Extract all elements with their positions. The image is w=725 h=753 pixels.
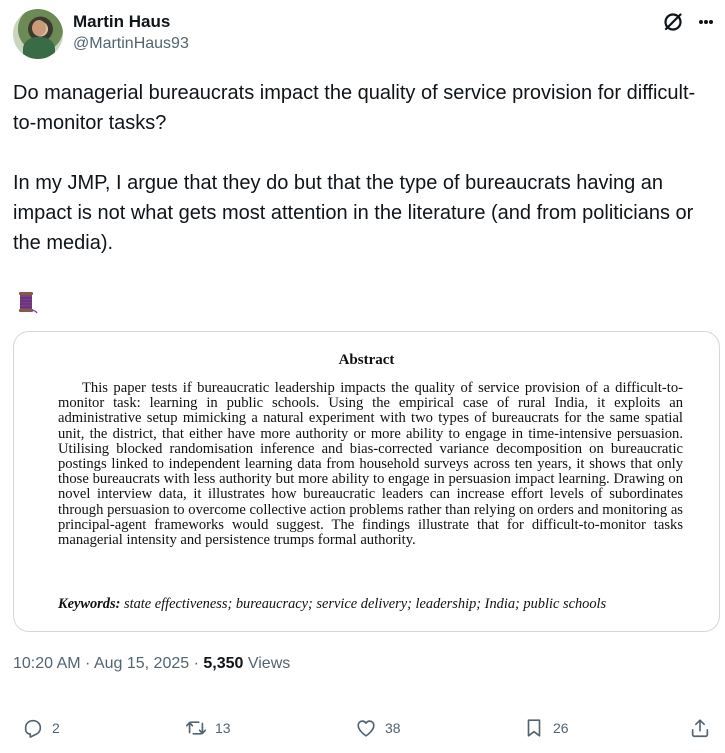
keywords-list: state effectiveness; bureaucracy; servic…: [123, 596, 607, 612]
reply-icon: [24, 719, 42, 738]
tweet-header: Martin Haus @MartinHaus93: [13, 8, 713, 60]
thread-spool-icon: [19, 292, 38, 314]
avatar[interactable]: [13, 9, 63, 59]
like-button[interactable]: 38: [355, 712, 401, 744]
tweet-text: Do managerial bureaucrats impact the qua…: [13, 82, 696, 254]
grok-icon[interactable]: [661, 10, 685, 34]
heart-icon: [357, 720, 375, 737]
share-icon: [691, 719, 709, 738]
meta-separator: ·: [189, 655, 204, 672]
tweet-time[interactable]: 10:20 AM: [13, 655, 81, 672]
author-name[interactable]: Martin Haus: [73, 12, 170, 32]
repost-icon: [186, 721, 206, 735]
keywords-label: Keywords:: [58, 596, 121, 612]
meta-separator: ·: [80, 655, 94, 672]
like-count: 38: [385, 720, 401, 736]
bookmark-count: 26: [553, 720, 569, 736]
repost-count: 13: [215, 720, 231, 736]
reply-button[interactable]: 2: [22, 712, 60, 744]
more-options-icon[interactable]: [699, 20, 713, 25]
share-button[interactable]: [689, 712, 711, 744]
views-label: Views: [243, 655, 291, 672]
abstract-title: Abstract: [338, 352, 395, 368]
avatar-face: [32, 20, 46, 36]
abstract-body: This paper tests if bureaucratic leaders…: [58, 380, 683, 549]
author-handle[interactable]: @MartinHaus93: [73, 35, 189, 53]
abstract-keywords: Keywords: state effectiveness; bureaucra…: [58, 596, 683, 613]
tweet-meta: 10:20 AM · Aug 15, 2025 · 5,350 Views: [13, 655, 290, 673]
abstract-image-card[interactable]: Abstract This paper tests if bureaucrati…: [13, 331, 720, 632]
tweet-date[interactable]: Aug 15, 2025: [94, 655, 189, 672]
avatar-shirt: [23, 37, 55, 59]
views-count: 5,350: [203, 655, 244, 672]
bookmark-button[interactable]: 26: [523, 712, 569, 744]
tweet-actions: 2 13 38 26: [13, 712, 713, 744]
bookmark-icon: [527, 719, 541, 737]
reply-count: 2: [52, 720, 60, 736]
repost-button[interactable]: 13: [185, 712, 231, 744]
